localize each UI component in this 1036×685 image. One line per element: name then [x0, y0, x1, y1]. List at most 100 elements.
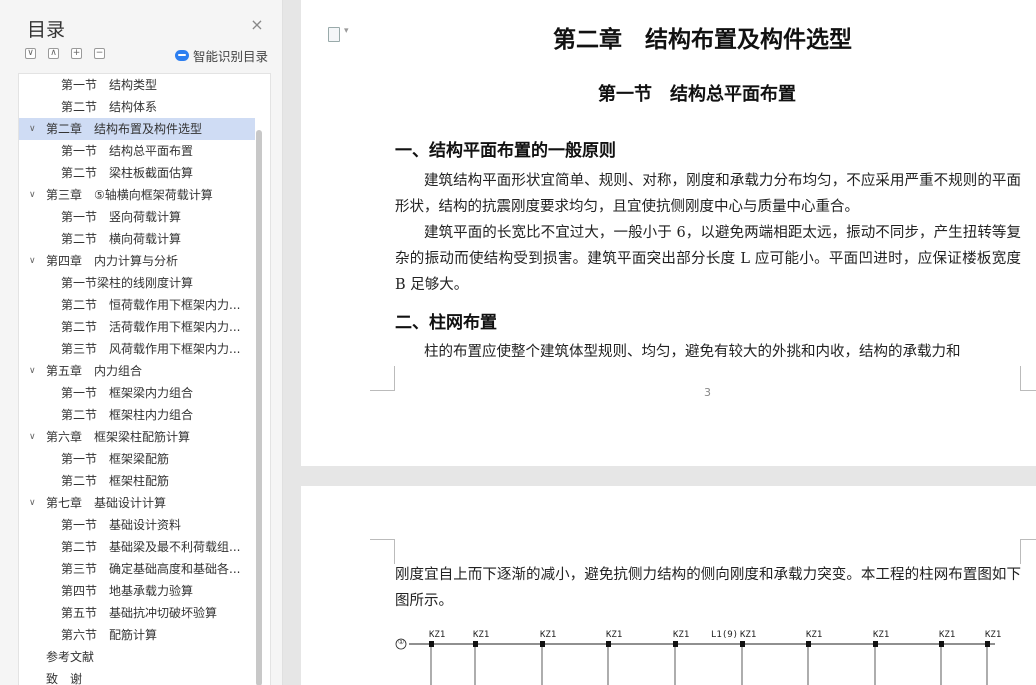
toc-chapter-item[interactable]: 致 谢	[19, 668, 255, 685]
toc-section-item[interactable]: 第二节 梁柱板截面估算	[19, 162, 255, 184]
toc-item-label: 第二节 梁柱板截面估算	[61, 166, 194, 180]
toc-section-item[interactable]: 第六节 配筋计算	[19, 624, 255, 646]
toc-section-item[interactable]: 第四节 地基承载力验算	[19, 580, 255, 602]
toc-item-label: 第一节梁柱的线刚度计算	[61, 276, 194, 290]
toc-item-label: 第六节 配筋计算	[61, 628, 158, 642]
smart-toc-button[interactable]: 智能识别目录	[175, 46, 268, 65]
toc-section-item[interactable]: 第一节 框架梁内力组合	[19, 382, 255, 404]
paragraph: 刚度宜自上而下逐渐的减小，避免抗侧力结构的侧向刚度和承载力突变。本工程的柱网布置…	[395, 567, 1021, 609]
toc-item-label: 第一节 竖向荷载计算	[61, 210, 182, 224]
toc-section-item[interactable]: 第二节 活荷载作用下框架内力...	[19, 316, 255, 338]
crop-mark	[370, 539, 395, 564]
column-label: KZ1	[606, 630, 623, 640]
chapter-title: 第二章 结构布置及构件选型	[553, 27, 852, 53]
page-number: 3	[704, 386, 711, 399]
toc-section-item[interactable]: 第一节梁柱的线刚度计算	[19, 272, 255, 294]
toc-section-item[interactable]: 第二节 框架柱配筋	[19, 470, 255, 492]
document-page: 刚度宜自上而下逐渐的减小，避免抗侧力结构的侧向刚度和承载力突变。本工程的柱网布置…	[301, 486, 1036, 685]
collapse-all-button[interactable]: ∨	[25, 48, 36, 59]
toc-item-label: 第四节 地基承载力验算	[61, 584, 194, 598]
toc-chapter-item[interactable]: ∨ 第五章 内力组合	[19, 360, 255, 382]
toc-item-label: 参考文献	[46, 650, 95, 664]
toc-section-item[interactable]: 第二节 结构体系	[19, 96, 255, 118]
column-mark	[740, 641, 745, 647]
toc-chapter-item[interactable]: ∨ 第六章 框架梁柱配筋计算	[19, 426, 255, 448]
toc-item-label: 第二节 框架柱内力组合	[61, 408, 194, 422]
toc-item-label: 第二节 活荷载作用下框架内力...	[61, 320, 241, 334]
toc-section-item[interactable]: 第二节 横向荷载计算	[19, 228, 255, 250]
paragraph: 柱的布置应使整个建筑体型规则、均匀，避免有较大的外挑和内收，结构的承载力和	[424, 344, 961, 360]
toc-section-item[interactable]: 第一节 竖向荷载计算	[19, 206, 255, 228]
chevron-down-icon[interactable]: ∨	[29, 250, 36, 272]
column-grid-drawing: ① KZ1 KZ1 KZ1 KZ1 KZ1 L1(9) KZ1 KZ1 KZ1 KZ1 KZ1	[395, 630, 1001, 685]
toc-section-item[interactable]: 第一节 框架梁配筋	[19, 448, 255, 470]
toc-item-label: 第五章 内力组合	[46, 364, 143, 378]
toc-title: 目录	[27, 19, 66, 41]
smart-toc-icon	[175, 50, 189, 61]
column-mark	[473, 641, 478, 647]
axis-label: ①	[398, 638, 405, 646]
toc-sidebar: 目录 × ∨ ∧ + − 智能识别目录 第一节 结构类型 第二节 结构体系 ∨ 第二章…	[0, 0, 283, 685]
add-toc-button[interactable]: +	[71, 48, 82, 59]
toc-chapter-item[interactable]: ∨ 第三章 ⑤轴横向框架荷载计算	[19, 184, 255, 206]
column-label: L1(9)	[711, 630, 739, 640]
toc-item-label: 第一节 基础设计资料	[61, 518, 182, 532]
toc-chapter-item[interactable]: ∨ 第二章 结构布置及构件选型	[19, 118, 255, 140]
toc-item-label: 第二节 结构体系	[61, 100, 158, 114]
toc-section-item[interactable]: 第五节 基础抗冲切破坏验算	[19, 602, 255, 624]
toc-item-label: 第二节 横向荷载计算	[61, 232, 182, 246]
toc-item-label: 第二节 框架柱配筋	[61, 474, 170, 488]
document-page: 第二章 结构布置及构件选型 第一节 结构总平面布置 一、结构平面布置的一般原则 …	[301, 0, 1036, 466]
toc-section-item[interactable]: 第一节 基础设计资料	[19, 514, 255, 536]
expand-all-button[interactable]: ∧	[48, 48, 59, 59]
toc-section-item[interactable]: 第二节 恒荷载作用下框架内力...	[19, 294, 255, 316]
close-icon[interactable]: ×	[248, 16, 266, 34]
toc-chapter-item[interactable]: ∨ 第四章 内力计算与分析	[19, 250, 255, 272]
column-mark	[429, 641, 434, 647]
paragraph: 建筑结构平面形状宜简单、规则、对称，刚度和承载力分布均匀，不应采用严重不规则的平…	[395, 173, 1021, 215]
chevron-down-icon[interactable]: ∨	[29, 426, 36, 448]
toc-chapter-item[interactable]: 参考文献	[19, 646, 255, 668]
toc-section-item[interactable]: 第一节 结构总平面布置	[19, 140, 255, 162]
section-title: 第一节 结构总平面布置	[598, 84, 796, 105]
column-mark	[606, 641, 611, 647]
toc-section-item[interactable]: 第三节 确定基础高度和基础各...	[19, 558, 255, 580]
toc-item-label: 第一节 结构总平面布置	[61, 144, 194, 158]
heading-column-grid: 二、柱网布置	[395, 313, 497, 333]
column-mark	[985, 641, 990, 647]
page-options-icon[interactable]	[328, 26, 349, 42]
toc-section-item[interactable]: 第三节 风荷载作用下框架内力...	[19, 338, 255, 360]
toc-section-item[interactable]: 第二节 框架柱内力组合	[19, 404, 255, 426]
chevron-down-icon[interactable]: ∨	[29, 184, 36, 206]
column-label: KZ1	[873, 630, 890, 640]
column-label: KZ1	[740, 630, 757, 640]
toc-scrollbar[interactable]	[256, 130, 262, 685]
chevron-down-icon[interactable]: ∨	[29, 492, 36, 514]
chevron-down-icon[interactable]: ∨	[29, 360, 36, 382]
column-label: KZ1	[540, 630, 557, 640]
toc-item-label: 第二章 结构布置及构件选型	[46, 122, 203, 136]
column-mark	[939, 641, 944, 647]
toc-item-label: 致 谢	[46, 672, 83, 685]
toc-section-item[interactable]: 第二节 基础梁及最不利荷载组...	[19, 536, 255, 558]
toc-tree: 第一节 结构类型 第二节 结构体系 ∨ 第二章 结构布置及构件选型 第一节 结构总平面布…	[18, 73, 271, 685]
toc-chapter-item[interactable]: ∨ 第七章 基础设计计算	[19, 492, 255, 514]
toc-item-label: 第三节 风荷载作用下框架内力...	[61, 342, 241, 356]
toc-item-label: 第三节 确定基础高度和基础各...	[61, 562, 241, 576]
column-label: KZ1	[429, 630, 446, 640]
toc-item-label: 第二节 恒荷载作用下框架内力...	[61, 298, 241, 312]
toc-item-label: 第七章 基础设计计算	[46, 496, 167, 510]
remove-toc-button[interactable]: −	[94, 48, 105, 59]
crop-mark	[1020, 366, 1036, 391]
column-label: KZ1	[939, 630, 956, 640]
toc-item-label: 第五节 基础抗冲切破坏验算	[61, 606, 218, 620]
column-mark	[873, 641, 878, 647]
paragraph: 建筑平面的长宽比不宜过大，一般小于 6，以避免两端相距太远，振动不同步，产生扭转…	[395, 225, 1021, 293]
toc-item-label: 第一节 结构类型	[61, 78, 158, 92]
toc-item-label: 第一节 框架梁配筋	[61, 452, 170, 466]
toc-item-label: 第六章 框架梁柱配筋计算	[46, 430, 191, 444]
column-label: KZ1	[673, 630, 690, 640]
column-mark	[673, 641, 678, 647]
chevron-down-icon[interactable]: ∨	[29, 118, 36, 140]
toc-section-item[interactable]: 第一节 结构类型	[19, 74, 255, 96]
